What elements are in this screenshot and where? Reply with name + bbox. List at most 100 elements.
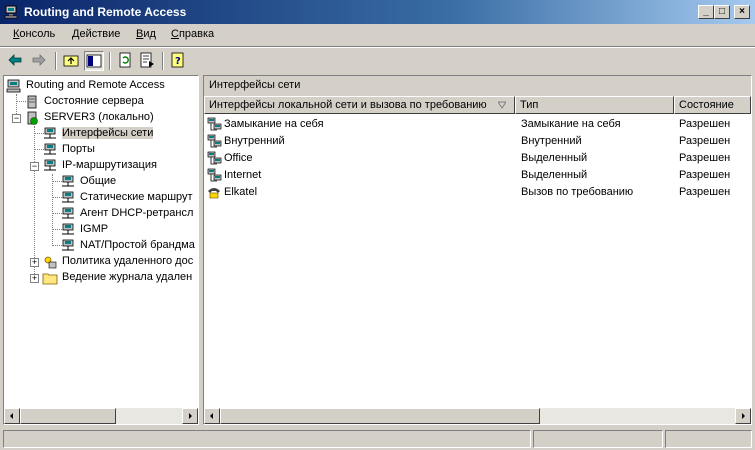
row-status: Разрешен	[679, 186, 731, 198]
scroll-right-icon	[742, 413, 745, 419]
row-type: Выделенный	[521, 169, 588, 181]
minimize-button[interactable]: _	[698, 5, 714, 19]
menu-console[interactable]: Консоль	[13, 28, 55, 40]
scroll-right-button[interactable]	[735, 408, 751, 424]
collapse-ip-routing-toggle[interactable]: −	[30, 162, 39, 171]
row-name: Internet	[224, 169, 262, 181]
row-name: Внутренний	[224, 135, 285, 147]
help-button[interactable]: ?	[169, 51, 189, 71]
column-header-name[interactable]: Интерфейсы локальной сети и вызова по тр…	[204, 96, 515, 114]
tree-horizontal-scrollbar[interactable]	[4, 408, 198, 424]
folder-icon	[42, 273, 58, 285]
status-bar	[0, 428, 755, 450]
server-running-icon	[27, 111, 38, 125]
column-header-status[interactable]: Состояние	[674, 96, 751, 114]
details-scroll-thumb[interactable]	[220, 408, 540, 424]
table-row[interactable]: Office Выделенный Разрешен	[204, 150, 751, 167]
console-tree[interactable]: Routing and Remote Access Состояние серв…	[3, 75, 199, 425]
ports-icon	[44, 143, 56, 155]
lan-interface-icon	[207, 151, 222, 165]
refresh-button[interactable]	[116, 51, 136, 71]
row-name: Elkatel	[224, 186, 258, 198]
tree-item-label: Статические маршрут	[80, 191, 193, 203]
static-routes-icon	[62, 191, 74, 203]
row-name: Office	[224, 152, 253, 164]
menu-help[interactable]: Справка	[171, 28, 214, 40]
scroll-right-button[interactable]	[182, 408, 198, 424]
expand-remote-logging-toggle[interactable]: +	[30, 274, 39, 283]
status-panel-main	[3, 430, 531, 448]
sort-ascending-icon	[498, 101, 506, 109]
scroll-left-button[interactable]	[4, 408, 20, 424]
console-tree-icon	[86, 54, 102, 68]
forward-button[interactable]	[30, 51, 50, 71]
server-status-icon	[27, 95, 37, 109]
tree-scroll-thumb[interactable]	[20, 408, 116, 424]
close-button[interactable]: ×	[734, 5, 750, 19]
toolbar-separator	[162, 52, 164, 70]
menu-help-label: Справка	[171, 28, 215, 40]
refresh-icon	[119, 52, 131, 68]
column-headers: Интерфейсы локальной сети и вызова по тр…	[204, 96, 751, 114]
tree-item-label: Ведение журнала удален	[62, 271, 193, 283]
svg-text:?: ?	[175, 56, 181, 67]
tree-item-label: Порты	[62, 143, 95, 155]
routing-app-icon	[4, 5, 18, 19]
details-horizontal-scrollbar[interactable]	[204, 408, 751, 424]
tree-item-label: IP-маршрутизация	[62, 159, 157, 171]
general-icon	[62, 175, 74, 187]
demand-dial-interface-icon	[208, 188, 220, 199]
row-type: Замыкание на себя	[521, 118, 621, 130]
column-header-label: Состояние	[679, 99, 734, 111]
minimize-icon: _	[703, 6, 709, 17]
table-row[interactable]: Замыкание на себя Замыкание на себя Разр…	[204, 116, 751, 133]
table-row[interactable]: Внутренний Внутренний Разрешен	[204, 133, 751, 150]
close-icon: ×	[739, 6, 745, 17]
up-level-button[interactable]	[62, 51, 82, 71]
table-row[interactable]: Internet Выделенный Разрешен	[204, 167, 751, 184]
export-list-icon	[140, 52, 154, 68]
maximize-button[interactable]: □	[714, 5, 730, 19]
network-interfaces-icon	[44, 127, 56, 139]
scroll-right-icon	[189, 413, 192, 419]
menu-action-label: Действие	[72, 28, 121, 40]
routing-server-icon	[6, 79, 21, 93]
ip-routing-icon	[44, 159, 56, 171]
collapse-server-toggle[interactable]: −	[12, 114, 21, 123]
loopback-interface-icon	[207, 117, 222, 131]
row-status: Разрешен	[679, 169, 731, 181]
menu-bar: Консоль Действие Вид Справка	[0, 25, 755, 47]
show-hide-tree-button[interactable]	[84, 51, 104, 71]
scroll-left-icon	[210, 413, 213, 419]
menu-view-label: Вид	[136, 28, 156, 40]
menu-action[interactable]: Действие	[72, 28, 120, 40]
export-list-button[interactable]	[138, 51, 158, 71]
back-arrow-icon	[8, 54, 22, 66]
column-header-label: Интерфейсы локальной сети и вызова по тр…	[209, 99, 487, 111]
tree-item-label: Routing and Remote Access	[26, 79, 165, 91]
tree-item-label: IGMP	[80, 223, 109, 235]
tree-item-label: Состояние сервера	[44, 95, 144, 107]
toolbar-separator	[55, 52, 57, 70]
expand-remote-policy-toggle[interactable]: +	[30, 258, 39, 267]
remote-access-policy-icon	[44, 256, 57, 269]
status-panel-2	[533, 430, 663, 448]
menu-view[interactable]: Вид	[136, 28, 156, 40]
toolbar-separator	[109, 52, 111, 70]
tree-item-label: NAT/Простой брандма	[80, 239, 195, 251]
column-header-label: Тип	[520, 99, 539, 111]
toolbar: ?	[0, 47, 755, 74]
tree-item-label: SERVER3 (локально)	[44, 111, 154, 123]
tree-item-label: Интерфейсы сети	[62, 127, 154, 139]
scroll-left-button[interactable]	[204, 408, 220, 424]
row-type: Внутренний	[521, 135, 582, 147]
title-bar[interactable]: Routing and Remote Access _ □ ×	[0, 0, 755, 24]
table-row[interactable]: Elkatel Вызов по требованию Разрешен	[204, 184, 751, 201]
back-button[interactable]	[6, 51, 26, 71]
row-status: Разрешен	[679, 152, 731, 164]
status-panel-3	[665, 430, 752, 448]
column-header-type[interactable]: Тип	[515, 96, 674, 114]
details-pane[interactable]: Интерфейсы сети Интерфейсы локальной сет…	[203, 75, 752, 425]
details-pane-title: Интерфейсы сети	[209, 79, 301, 91]
window-title: Routing and Remote Access	[24, 5, 187, 19]
